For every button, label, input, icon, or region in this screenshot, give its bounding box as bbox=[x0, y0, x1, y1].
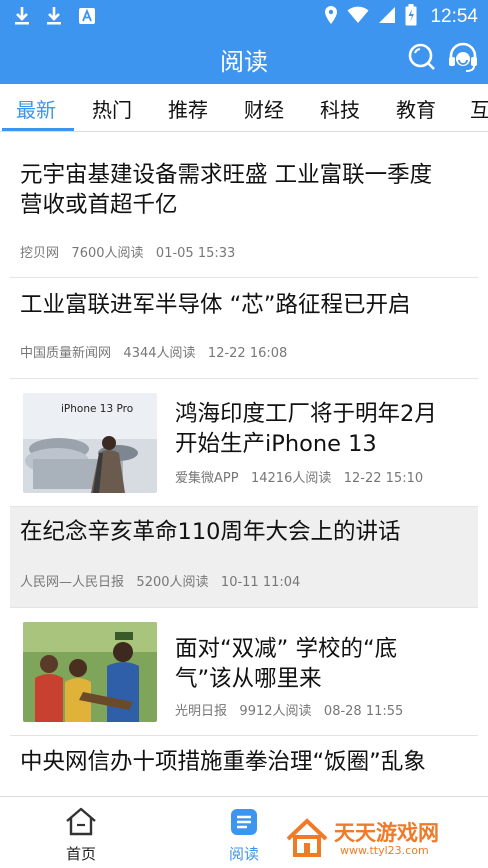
news-meta: 人民网—人民日报 5200人阅读 10-11 11:04 bbox=[20, 571, 300, 590]
news-item[interactable]: 在纪念辛亥革命110周年大会上的讲话 人民网—人民日报 5200人阅读 10-1… bbox=[10, 507, 478, 608]
nav-read-label: 阅读 bbox=[228, 845, 259, 863]
watermark-logo-icon bbox=[284, 817, 330, 861]
news-reads: 7600人阅读 bbox=[71, 246, 144, 261]
download-icon bbox=[46, 6, 62, 30]
news-time: 08-28 11:55 bbox=[323, 704, 404, 719]
news-meta: 爱集微APP 14216人阅读 12-22 15:10 bbox=[175, 467, 423, 486]
customer-service-icon bbox=[447, 41, 479, 77]
download-icon bbox=[14, 6, 30, 30]
news-time: 01-05 15:33 bbox=[155, 246, 236, 261]
nav-home-label: 首页 bbox=[65, 845, 96, 863]
nav-read[interactable]: 阅读 bbox=[204, 807, 284, 864]
home-icon bbox=[64, 807, 98, 841]
tab-more[interactable]: 互 bbox=[470, 94, 488, 123]
news-item[interactable]: 面对“双减” 学校的“底 气”该从哪里来 光明日报 9912人阅读 08-28 … bbox=[10, 608, 478, 736]
news-title: 鸿海印度工厂将于明年2月 开始生产iPhone 13 bbox=[175, 401, 437, 457]
news-title: 中央网信办十项措施重拳治理“饭圈”乱象 bbox=[20, 749, 426, 775]
active-tab-indicator bbox=[2, 128, 74, 131]
search-icon bbox=[407, 42, 437, 76]
news-meta: 光明日报 9912人阅读 08-28 11:55 bbox=[175, 700, 403, 719]
news-thumbnail bbox=[23, 622, 157, 722]
app-screen: 12:54 阅读 最新 热门 推荐 财经 科技 教育 互 元宇宙基建设备需求旺盛… bbox=[0, 0, 488, 868]
news-title: 面对“双减” 学校的“底 气”该从哪里来 bbox=[175, 636, 398, 692]
signal-icon bbox=[378, 6, 396, 28]
watermark: 天天游戏网 www.ttyl23.com bbox=[284, 815, 484, 863]
news-feed[interactable]: 元宇宙基建设备需求旺盛 工业富联一季度 营收或首超千亿 挖贝网 7600人阅读 … bbox=[0, 132, 488, 796]
tab-hot[interactable]: 热门 bbox=[92, 94, 132, 123]
news-reads: 4344人阅读 bbox=[123, 346, 196, 361]
news-source: 人民网—人民日报 bbox=[20, 575, 125, 590]
bottom-navigation: 首页 阅读 天天游戏网 www.ttyl23.com bbox=[0, 796, 488, 868]
tab-education[interactable]: 教育 bbox=[396, 94, 436, 123]
news-meta: 挖贝网 7600人阅读 01-05 15:33 bbox=[20, 242, 235, 261]
wifi-icon bbox=[347, 6, 369, 28]
status-left-icons bbox=[14, 6, 96, 30]
status-time: 12:54 bbox=[430, 6, 478, 27]
tab-finance[interactable]: 财经 bbox=[244, 94, 284, 123]
news-source: 爱集微APP bbox=[175, 471, 239, 486]
status-right-icons: 12:54 bbox=[324, 4, 478, 30]
news-reads: 14216人阅读 bbox=[250, 471, 332, 486]
thumbnail-caption: iPhone 13 Pro bbox=[61, 403, 134, 415]
news-reads: 5200人阅读 bbox=[136, 575, 209, 590]
status-bar: 12:54 bbox=[0, 0, 488, 34]
location-icon bbox=[324, 5, 338, 29]
app-store-icon bbox=[78, 7, 96, 29]
category-tabs: 最新 热门 推荐 财经 科技 教育 互 bbox=[0, 84, 488, 132]
watermark-text: 天天游戏网 bbox=[334, 821, 439, 845]
nav-home[interactable]: 首页 bbox=[41, 807, 121, 864]
search-button[interactable] bbox=[405, 42, 439, 76]
news-title: 在纪念辛亥革命110周年大会上的讲话 bbox=[20, 519, 401, 545]
news-time: 12-22 15:10 bbox=[343, 471, 424, 486]
news-thumbnail: iPhone 13 Pro bbox=[23, 393, 157, 493]
news-item[interactable]: 元宇宙基建设备需求旺盛 工业富联一季度 营收或首超千亿 挖贝网 7600人阅读 … bbox=[10, 144, 478, 278]
customer-service-button[interactable] bbox=[446, 42, 480, 76]
tab-tech[interactable]: 科技 bbox=[320, 94, 360, 123]
tab-recommend[interactable]: 推荐 bbox=[168, 94, 208, 123]
news-source: 挖贝网 bbox=[20, 246, 60, 261]
app-header: 阅读 bbox=[0, 34, 488, 84]
news-item[interactable]: 中央网信办十项措施重拳治理“饭圈”乱象 bbox=[10, 736, 478, 796]
watermark-url: www.ttyl23.com bbox=[340, 844, 429, 857]
news-title: 元宇宙基建设备需求旺盛 工业富联一季度 营收或首超千亿 bbox=[20, 162, 433, 218]
news-source: 中国质量新闻网 bbox=[20, 346, 112, 361]
news-meta: 中国质量新闻网 4344人阅读 12-22 16:08 bbox=[20, 342, 287, 361]
news-item[interactable]: 工业富联进军半导体 “芯”路征程已开启 中国质量新闻网 4344人阅读 12-2… bbox=[10, 278, 478, 379]
news-time: 10-11 11:04 bbox=[220, 575, 301, 590]
news-source: 光明日报 bbox=[175, 704, 228, 719]
news-title: 工业富联进军半导体 “芯”路征程已开启 bbox=[20, 292, 411, 318]
tab-latest[interactable]: 最新 bbox=[16, 94, 56, 123]
battery-icon bbox=[405, 4, 417, 30]
news-reads: 9912人阅读 bbox=[239, 704, 312, 719]
read-icon bbox=[229, 809, 259, 841]
news-item[interactable]: iPhone 13 Pro 鸿海印度工厂将于明年2月 开始生产iPhone 13… bbox=[10, 379, 478, 507]
news-time: 12-22 16:08 bbox=[207, 346, 288, 361]
